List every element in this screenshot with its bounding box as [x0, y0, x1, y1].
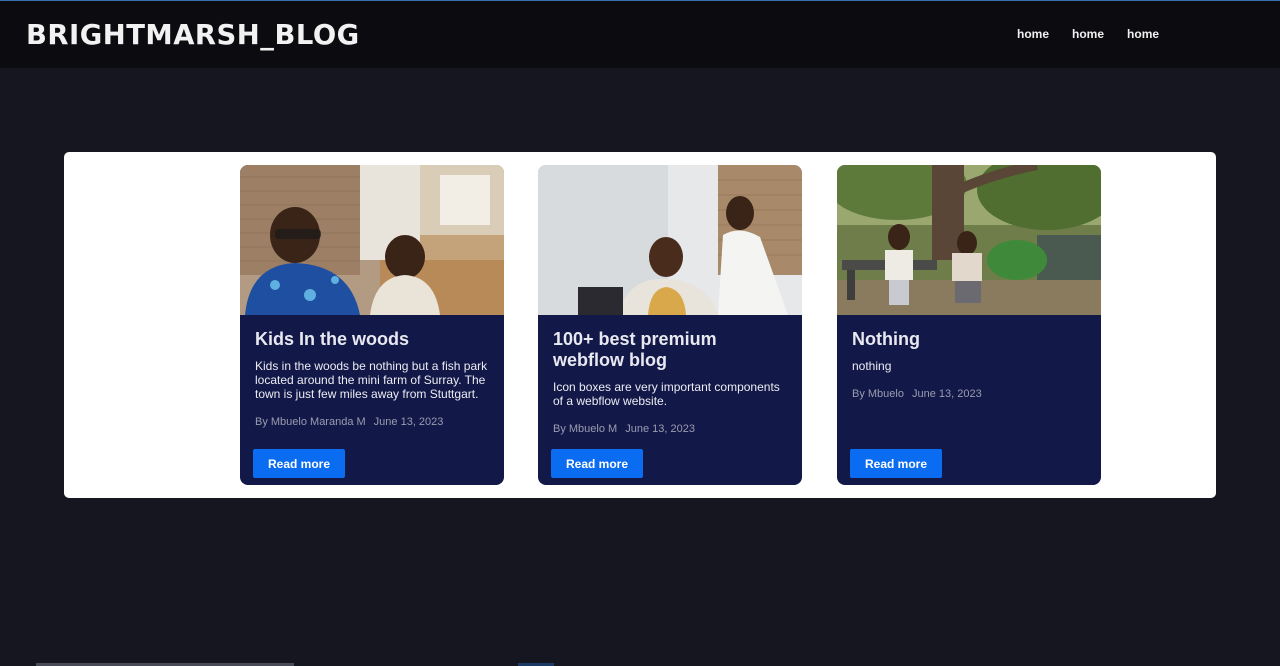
- post-excerpt: Kids in the woods be nothing but a fish …: [255, 359, 488, 401]
- post-card: 100+ best premium webflow blog Icon boxe…: [538, 165, 802, 485]
- post-author: By Mbuelo M: [553, 423, 618, 435]
- post-meta: By Mbuelo June 13, 2023: [852, 387, 982, 401]
- post-card: Nothing nothing By Mbuelo June 13, 2023 R…: [837, 165, 1101, 485]
- read-more-button[interactable]: Read more: [850, 449, 942, 478]
- post-image[interactable]: [240, 165, 504, 315]
- post-card: Kids In the woods Kids in the woods be n…: [240, 165, 504, 485]
- nav-link-home-1[interactable]: home: [1017, 26, 1049, 42]
- photo-park-bench: [837, 165, 1101, 315]
- main-nav: home home home: [1017, 26, 1182, 42]
- post-date: June 13, 2023: [625, 423, 695, 435]
- post-author: By Mbuelo Maranda M: [255, 416, 366, 428]
- post-date: June 13, 2023: [911, 388, 982, 400]
- nav-link-home-3[interactable]: home: [1127, 26, 1159, 42]
- post-image[interactable]: [837, 165, 1101, 315]
- photo-people-indoors: [538, 165, 802, 315]
- post-excerpt: nothing: [852, 359, 892, 373]
- read-more-button[interactable]: Read more: [551, 449, 643, 478]
- navbar: BRIGHTMARSH_BLOG home home home: [0, 1, 1280, 68]
- site-logo[interactable]: BRIGHTMARSH_BLOG: [26, 18, 360, 52]
- post-meta: By Mbuelo Maranda M June 13, 2023: [255, 415, 443, 429]
- post-excerpt: Icon boxes are very important components…: [553, 380, 780, 408]
- post-image[interactable]: [538, 165, 802, 315]
- nav-link-home-2[interactable]: home: [1072, 26, 1104, 42]
- photo-kids-indoors: [240, 165, 504, 315]
- post-title[interactable]: Nothing: [852, 329, 1087, 350]
- post-meta: By Mbuelo M June 13, 2023: [553, 422, 695, 436]
- post-author: By Mbuelo: [852, 388, 904, 400]
- post-date: June 13, 2023: [373, 416, 444, 428]
- post-title[interactable]: 100+ best premium webflow blog: [553, 329, 788, 371]
- post-title[interactable]: Kids In the woods: [255, 329, 490, 350]
- read-more-button[interactable]: Read more: [253, 449, 345, 478]
